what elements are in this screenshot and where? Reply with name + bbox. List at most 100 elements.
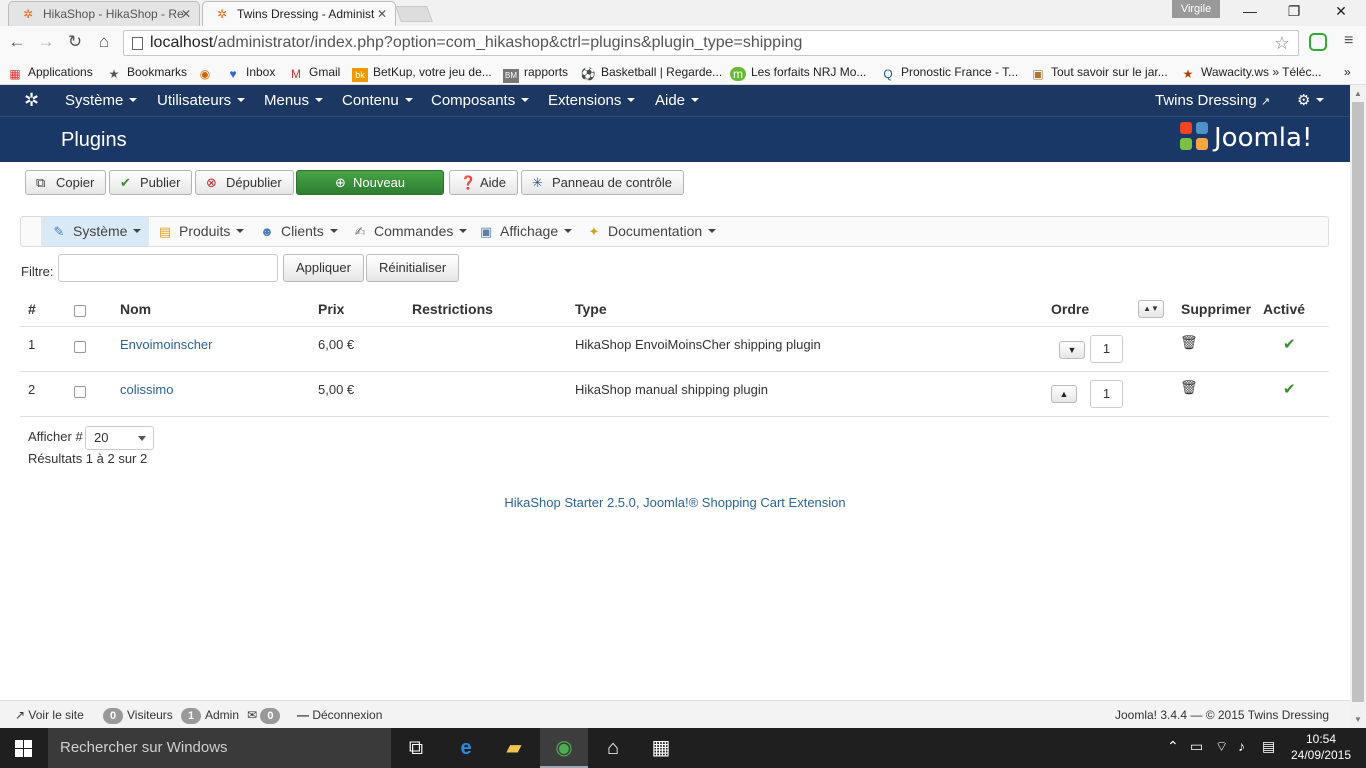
settings-gear-menu[interactable]: ⚙	[1297, 85, 1325, 116]
col-header-price[interactable]: Prix	[318, 301, 344, 317]
notifications-icon[interactable]: ▤	[1262, 738, 1275, 755]
row-checkbox[interactable]	[74, 386, 86, 398]
logout-link[interactable]: — Déconnexion	[297, 701, 382, 729]
hika-menu-documentation[interactable]: ✦ Documentation	[576, 217, 724, 246]
plugin-name-link[interactable]: colissimo	[120, 382, 173, 397]
bookmark-bookmarks[interactable]: ★ Bookmarks	[106, 63, 187, 81]
chrome-icon[interactable]: ◉	[552, 736, 576, 760]
bookmark-gmail[interactable]: M Gmail	[288, 63, 340, 81]
browser-tab-twins-dressing[interactable]: ✲ Twins Dressing - Administ ✕	[202, 1, 396, 26]
site-name-link[interactable]: Twins Dressing ↗	[1155, 85, 1270, 118]
control-panel-button[interactable]: ✳ Panneau de contrôle	[521, 170, 684, 195]
forward-arrow-icon[interactable]: →	[35, 31, 57, 53]
view-site-link[interactable]: ↗ Voir le site	[15, 701, 84, 729]
col-header-active[interactable]: Activé	[1263, 301, 1305, 317]
store-icon[interactable]: ▦	[649, 736, 673, 760]
bookmark-wawacity[interactable]: ★ Wawacity.ws » Téléc...	[1180, 63, 1322, 81]
row-checkbox[interactable]	[74, 341, 86, 353]
move-down-button[interactable]: ▼	[1059, 341, 1085, 359]
hika-menu-produits[interactable]: ▤ Produits	[147, 217, 252, 246]
home-icon[interactable]: ⌂	[93, 31, 115, 53]
active-check-icon[interactable]: ✔	[1283, 380, 1296, 398]
browser-tab-hikashop[interactable]: ✲ HikaShop - HikaShop - Re ✕	[8, 1, 200, 26]
unpublish-button[interactable]: ⊗ Dépublier	[195, 170, 294, 195]
close-tab-icon[interactable]: ✕	[181, 2, 191, 26]
betkup-icon: bk	[352, 68, 368, 82]
hika-menu-clients[interactable]: ☻ Clients	[249, 217, 346, 246]
col-header-order[interactable]: Ordre	[1051, 301, 1089, 317]
scroll-up-icon[interactable]: ▲	[1354, 89, 1362, 98]
select-all-checkbox[interactable]	[74, 305, 86, 317]
bookmark-jardin[interactable]: ▣ Tout savoir sur le jar...	[1030, 63, 1167, 81]
nav-aide[interactable]: Aide	[655, 85, 700, 116]
windows-search-box[interactable]: Rechercher sur Windows	[48, 728, 391, 768]
copy-button[interactable]: ⧉ Copier	[25, 170, 107, 195]
order-input[interactable]: 1	[1090, 335, 1123, 363]
nav-menus[interactable]: Menus	[264, 85, 324, 116]
taskbar-clock[interactable]: 10:54 24/09/2015	[1286, 731, 1356, 763]
bookmark-site[interactable]: ◉	[197, 63, 218, 81]
nav-contenu[interactable]: Contenu	[342, 85, 413, 116]
page-scrollbar[interactable]: ▲ ▼	[1350, 85, 1366, 728]
scrollbar-thumb[interactable]	[1352, 102, 1364, 702]
scroll-down-icon[interactable]: ▼	[1354, 715, 1362, 724]
plugin-name-link[interactable]: Envoimoinscher	[120, 337, 213, 352]
nav-composants[interactable]: Composants	[431, 85, 530, 116]
hika-menu-affichage[interactable]: ▣ Affichage	[468, 217, 580, 246]
browser-toolbar: ← → ↻ ⌂ localhost/administrator/index.ph…	[0, 26, 1366, 60]
edge-icon[interactable]: e	[454, 736, 478, 760]
task-view-icon[interactable]: ⧉	[404, 736, 428, 760]
wifi-icon[interactable]: ⌔	[1215, 738, 1228, 756]
restore-icon[interactable]: ❐	[1284, 3, 1304, 20]
external-link-icon: ↗	[15, 708, 26, 722]
new-tab-button[interactable]	[395, 6, 433, 22]
active-check-icon[interactable]: ✔	[1283, 335, 1296, 353]
nav-systeme[interactable]: Système	[65, 85, 138, 116]
move-up-button[interactable]: ▲	[1051, 385, 1077, 403]
close-window-icon[interactable]: ✕	[1331, 3, 1351, 20]
file-explorer-icon[interactable]: ▰	[502, 736, 526, 760]
hikashop-credit-link[interactable]: HikaShop Starter 2.5.0, Joomla!® Shoppin…	[0, 495, 1350, 510]
trash-icon[interactable]: 🗑	[1180, 379, 1198, 396]
save-order-button[interactable]: ▲▼	[1138, 300, 1164, 318]
back-arrow-icon[interactable]: ←	[6, 31, 28, 53]
messages-indicator[interactable]: ✉ 0	[247, 701, 284, 729]
bookmark-inbox[interactable]: ♥ Inbox	[225, 63, 275, 81]
windows-start-icon[interactable]	[15, 740, 32, 757]
bookmark-rapports[interactable]: BM rapports	[503, 63, 568, 83]
home-app-icon[interactable]: ⌂	[601, 736, 625, 760]
filter-input[interactable]	[58, 254, 278, 282]
bookmark-star-icon[interactable]: ☆	[1274, 31, 1290, 55]
extension-icon[interactable]	[1309, 33, 1327, 51]
apply-button[interactable]: Appliquer	[283, 254, 364, 282]
hika-menu-systeme[interactable]: ✎ Système	[41, 217, 150, 246]
battery-icon[interactable]: ▭	[1190, 738, 1203, 755]
bookmark-basketball[interactable]: ⚽ Basketball | Regarde...	[580, 63, 723, 81]
profile-badge[interactable]: Virgile	[1172, 0, 1220, 18]
new-button[interactable]: ⊕ Nouveau	[296, 170, 444, 195]
reload-icon[interactable]: ↻	[64, 31, 86, 53]
reset-button[interactable]: Réinitialiser	[366, 254, 460, 282]
trash-icon[interactable]: 🗑	[1180, 334, 1198, 351]
publish-button[interactable]: ✔ Publier	[109, 170, 193, 195]
address-bar[interactable]: localhost/administrator/index.php?option…	[123, 30, 1299, 56]
nav-utilisateurs[interactable]: Utilisateurs	[157, 85, 246, 116]
chrome-menu-icon[interactable]: ≡	[1344, 32, 1353, 50]
bookmark-applications[interactable]: ▦ Applications	[7, 63, 92, 81]
nav-extensions[interactable]: Extensions	[548, 85, 636, 116]
tray-chevron-up-icon[interactable]: ⌃	[1167, 738, 1179, 755]
page-size-select[interactable]: 20	[85, 426, 154, 450]
volume-icon[interactable]: ♪	[1238, 738, 1245, 754]
bookmark-betkup[interactable]: bk BetKup, votre jeu de...	[352, 63, 492, 82]
bookmark-nrj[interactable]: m Les forfaits NRJ Mo...	[730, 63, 866, 81]
minimize-icon[interactable]: —	[1240, 3, 1260, 19]
bookmarks-overflow-icon[interactable]: »	[1344, 63, 1351, 81]
order-input[interactable]: 1	[1090, 380, 1123, 408]
col-header-name[interactable]: Nom	[120, 301, 151, 317]
help-button[interactable]: ❓ Aide	[449, 170, 519, 195]
col-header-type[interactable]: Type	[575, 301, 607, 317]
hika-menu-commandes[interactable]: ✍ Commandes	[342, 217, 475, 246]
joomla-logo-icon[interactable]: ✲	[24, 90, 39, 111]
bookmark-pronostic[interactable]: Q Pronostic France - T...	[880, 63, 1018, 81]
close-tab-icon[interactable]: ✕	[377, 2, 387, 26]
